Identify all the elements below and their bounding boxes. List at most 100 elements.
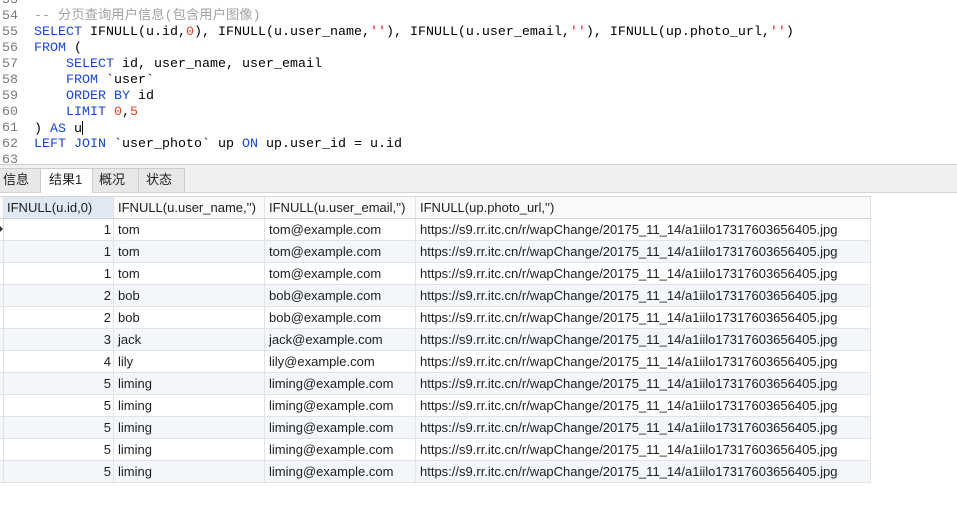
- cell-photo-url[interactable]: https://s9.rr.itc.cn/r/wapChange/20175_1…: [416, 417, 871, 438]
- code-text[interactable]: FROM `user`: [34, 73, 154, 89]
- code-text[interactable]: -- 分页查询用户信息(包含用户图像): [34, 9, 261, 25]
- table-row[interactable]: 5 liming liming@example.com https://s9.rr.i…: [0, 439, 871, 461]
- cell-user-name[interactable]: liming: [114, 417, 265, 438]
- code-text[interactable]: LEFT JOIN `user_photo` up ON up.user_id …: [34, 137, 402, 153]
- cell-user-name[interactable]: bob: [114, 285, 265, 306]
- code-text[interactable]: LIMIT 0,5: [34, 105, 138, 121]
- cell-photo-url[interactable]: https://s9.rr.itc.cn/r/wapChange/20175_1…: [416, 329, 871, 350]
- cell-id[interactable]: 5: [4, 395, 114, 416]
- cell-photo-url[interactable]: https://s9.rr.itc.cn/r/wapChange/20175_1…: [416, 351, 871, 372]
- code-line[interactable]: 58 FROM `user`: [0, 73, 794, 89]
- code-line[interactable]: 61) AS u: [0, 121, 794, 137]
- code-line[interactable]: 62 LEFT JOIN `user_photo` up ON up.user_i…: [0, 137, 794, 153]
- table-row[interactable]: 4 lily lily@example.com https://s9.rr.itc.c…: [0, 351, 871, 373]
- cell-user-name[interactable]: liming: [114, 461, 265, 482]
- cell-user-email[interactable]: jack@example.com: [265, 329, 416, 350]
- cell-photo-url[interactable]: https://s9.rr.itc.cn/r/wapChange/20175_1…: [416, 285, 871, 306]
- table-row[interactable]: 2 bob bob@example.com https://s9.rr.itc.cn/…: [0, 307, 871, 329]
- cell-id[interactable]: 5: [4, 417, 114, 438]
- code-line[interactable]: 59 ORDER BY id: [0, 89, 794, 105]
- cell-photo-url[interactable]: https://s9.rr.itc.cn/r/wapChange/20175_1…: [416, 373, 871, 394]
- row-selector[interactable]: [0, 461, 4, 482]
- cell-user-name[interactable]: lily: [114, 351, 265, 372]
- cell-id[interactable]: 4: [4, 351, 114, 372]
- table-row[interactable]: 5 liming liming@example.com https://s9.rr.i…: [0, 417, 871, 439]
- row-selector[interactable]: [0, 307, 4, 328]
- code-line[interactable]: 56 FROM (: [0, 41, 794, 57]
- cell-photo-url[interactable]: https://s9.rr.itc.cn/r/wapChange/20175_1…: [416, 241, 871, 262]
- cell-user-email[interactable]: tom@example.com: [265, 241, 416, 262]
- tab-status[interactable]: 状态: [138, 168, 185, 192]
- table-row[interactable]: 1 tom tom@example.com https://s9.rr.itc.cn/…: [0, 263, 871, 285]
- cell-id[interactable]: 1: [4, 263, 114, 284]
- row-selector[interactable]: [0, 395, 4, 416]
- tab-result-1[interactable]: 结果1: [40, 168, 93, 193]
- column-header-photo-url[interactable]: IFNULL(up.photo_url,''): [416, 197, 871, 218]
- code-text[interactable]: ) AS u: [34, 121, 83, 137]
- row-selector[interactable]: [0, 439, 4, 460]
- sql-editor[interactable]: 53 54 -- 分页查询用户信息(包含用户图像) 55 SELECT IFNULL(u…: [0, 0, 957, 164]
- cell-user-name[interactable]: tom: [114, 263, 265, 284]
- cell-user-name[interactable]: bob: [114, 307, 265, 328]
- table-row[interactable]: 5 liming liming@example.com https://s9.rr.i…: [0, 461, 871, 483]
- code-line[interactable]: 54 -- 分页查询用户信息(包含用户图像): [0, 9, 794, 25]
- cell-user-email[interactable]: tom@example.com: [265, 263, 416, 284]
- code-line[interactable]: 60 LIMIT 0,5: [0, 105, 794, 121]
- table-row[interactable]: 1 tom tom@example.com https://s9.rr.itc.cn/…: [0, 219, 871, 241]
- cell-user-name[interactable]: tom: [114, 241, 265, 262]
- cell-id[interactable]: 3: [4, 329, 114, 350]
- code-text[interactable]: ORDER BY id: [34, 89, 154, 105]
- row-selector[interactable]: [0, 373, 4, 394]
- row-selector[interactable]: [0, 417, 4, 438]
- code-text[interactable]: SELECT id, user_name, user_email: [34, 57, 322, 73]
- cell-photo-url[interactable]: https://s9.rr.itc.cn/r/wapChange/20175_1…: [416, 219, 871, 240]
- table-row[interactable]: 3 jack jack@example.com https://s9.rr.itc.c…: [0, 329, 871, 351]
- cell-id[interactable]: 2: [4, 285, 114, 306]
- row-selector[interactable]: [0, 329, 4, 350]
- row-selector[interactable]: [0, 219, 4, 240]
- row-selector[interactable]: [0, 263, 4, 284]
- code-text[interactable]: SELECT IFNULL(u.id,0), IFNULL(u.user_nam…: [34, 25, 794, 41]
- table-row[interactable]: 5 liming liming@example.com https://s9.rr.i…: [0, 395, 871, 417]
- cell-user-name[interactable]: liming: [114, 373, 265, 394]
- cell-photo-url[interactable]: https://s9.rr.itc.cn/r/wapChange/20175_1…: [416, 395, 871, 416]
- cell-id[interactable]: 2: [4, 307, 114, 328]
- cell-photo-url[interactable]: https://s9.rr.itc.cn/r/wapChange/20175_1…: [416, 439, 871, 460]
- cell-user-email[interactable]: liming@example.com: [265, 395, 416, 416]
- cell-user-email[interactable]: bob@example.com: [265, 307, 416, 328]
- table-row[interactable]: 1 tom tom@example.com https://s9.rr.itc.cn/…: [0, 241, 871, 263]
- cell-photo-url[interactable]: https://s9.rr.itc.cn/r/wapChange/20175_1…: [416, 307, 871, 328]
- cell-user-email[interactable]: liming@example.com: [265, 373, 416, 394]
- code-line[interactable]: 53: [0, 0, 794, 9]
- cell-id[interactable]: 5: [4, 439, 114, 460]
- table-row[interactable]: 2 bob bob@example.com https://s9.rr.itc.cn/…: [0, 285, 871, 307]
- column-header-id[interactable]: IFNULL(u.id,0): [4, 197, 114, 218]
- cell-user-name[interactable]: jack: [114, 329, 265, 350]
- cell-user-email[interactable]: liming@example.com: [265, 461, 416, 482]
- cell-photo-url[interactable]: https://s9.rr.itc.cn/r/wapChange/20175_1…: [416, 461, 871, 482]
- row-selector[interactable]: [0, 241, 4, 262]
- code-text[interactable]: FROM (: [34, 41, 82, 57]
- cell-user-email[interactable]: tom@example.com: [265, 219, 416, 240]
- row-selector[interactable]: [0, 285, 4, 306]
- tab-info[interactable]: 信息: [0, 168, 41, 192]
- column-header-user-name[interactable]: IFNULL(u.user_name,''): [114, 197, 265, 218]
- cell-user-email[interactable]: liming@example.com: [265, 439, 416, 460]
- cell-id[interactable]: 1: [4, 219, 114, 240]
- cell-id[interactable]: 1: [4, 241, 114, 262]
- tab-overview[interactable]: 概况: [92, 168, 139, 192]
- cell-user-name[interactable]: liming: [114, 439, 265, 460]
- code-line[interactable]: 55 SELECT IFNULL(u.id,0), IFNULL(u.user_n…: [0, 25, 794, 41]
- code-line[interactable]: 63: [0, 153, 794, 164]
- cell-photo-url[interactable]: https://s9.rr.itc.cn/r/wapChange/20175_1…: [416, 263, 871, 284]
- cell-user-email[interactable]: bob@example.com: [265, 285, 416, 306]
- cell-user-email[interactable]: lily@example.com: [265, 351, 416, 372]
- cell-user-name[interactable]: tom: [114, 219, 265, 240]
- row-selector[interactable]: [0, 351, 4, 372]
- code-line[interactable]: 57 SELECT id, user_name, user_email: [0, 57, 794, 73]
- table-row[interactable]: 5 liming liming@example.com https://s9.rr.i…: [0, 373, 871, 395]
- cell-id[interactable]: 5: [4, 461, 114, 482]
- column-header-user-email[interactable]: IFNULL(u.user_email,''): [265, 197, 416, 218]
- cell-id[interactable]: 5: [4, 373, 114, 394]
- cell-user-email[interactable]: liming@example.com: [265, 417, 416, 438]
